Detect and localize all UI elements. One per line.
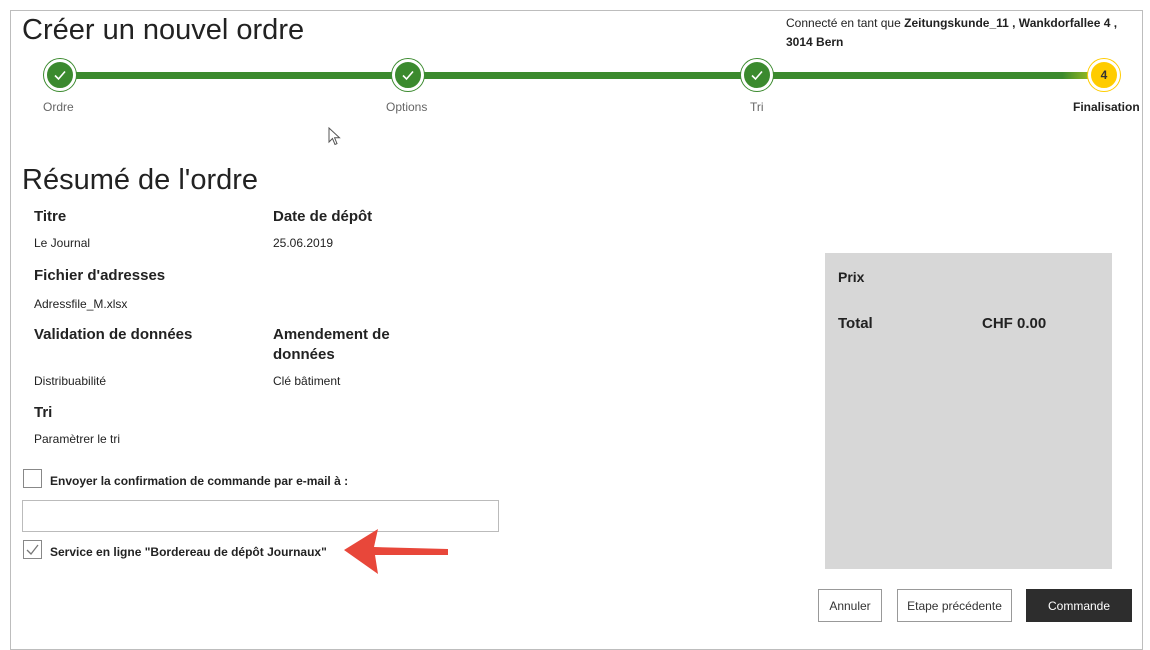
date-label: Date de dépôt bbox=[273, 208, 373, 225]
step-tri-check-icon[interactable] bbox=[741, 59, 773, 91]
step-connector bbox=[408, 72, 758, 79]
titre-label: Titre bbox=[34, 208, 67, 225]
titre-value: Le Journal bbox=[34, 236, 91, 250]
service-checkbox[interactable] bbox=[23, 540, 42, 559]
step-connector bbox=[60, 72, 410, 79]
step-label-options[interactable]: Options bbox=[386, 100, 427, 114]
amendement-value: Clé bâtiment bbox=[273, 374, 341, 388]
date-value: 25.06.2019 bbox=[273, 236, 334, 250]
summary-title: Résumé de l'ordre bbox=[22, 164, 259, 196]
annotation-arrow-icon bbox=[344, 529, 448, 574]
price-panel: Prix Total CHF 0.00 bbox=[825, 253, 1112, 569]
email-confirm-label: Envoyer la confirmation de commande par … bbox=[50, 474, 349, 488]
step-ordre-check-icon[interactable] bbox=[44, 59, 76, 91]
tri-value: Paramètrer le tri bbox=[34, 432, 121, 446]
step-options-check-icon[interactable] bbox=[392, 59, 424, 91]
tri-label: Tri bbox=[34, 404, 53, 421]
step-label-finalisation: Finalisation bbox=[1073, 100, 1140, 114]
service-label: Service en ligne "Bordereau de dépôt Jou… bbox=[50, 545, 327, 559]
price-total-value: CHF 0.00 bbox=[982, 315, 1047, 332]
mouse-cursor-icon bbox=[328, 127, 341, 146]
previous-step-button[interactable]: Etape précédente bbox=[897, 589, 1012, 622]
step-finalisation-number: 4 bbox=[1088, 59, 1120, 91]
amendement-label: Amendement de données bbox=[273, 326, 390, 363]
fichier-label: Fichier d'adresses bbox=[34, 267, 166, 284]
step-connector bbox=[756, 72, 1104, 79]
step-label-ordre[interactable]: Ordre bbox=[43, 100, 74, 114]
price-title: Prix bbox=[838, 269, 865, 285]
order-button[interactable]: Commande bbox=[1026, 589, 1132, 622]
email-confirm-checkbox[interactable] bbox=[23, 469, 42, 488]
cancel-button[interactable]: Annuler bbox=[818, 589, 882, 622]
fichier-value: Adressfile_M.xlsx bbox=[34, 297, 128, 311]
progress-stepper: 4 Ordre Options Tri Finalisation bbox=[0, 0, 1150, 120]
validation-value: Distribuabilité bbox=[34, 374, 107, 388]
checkmark-icon bbox=[26, 544, 39, 555]
price-total-label: Total bbox=[838, 315, 873, 332]
step-label-tri[interactable]: Tri bbox=[750, 100, 764, 114]
validation-label: Validation de données bbox=[34, 326, 193, 343]
